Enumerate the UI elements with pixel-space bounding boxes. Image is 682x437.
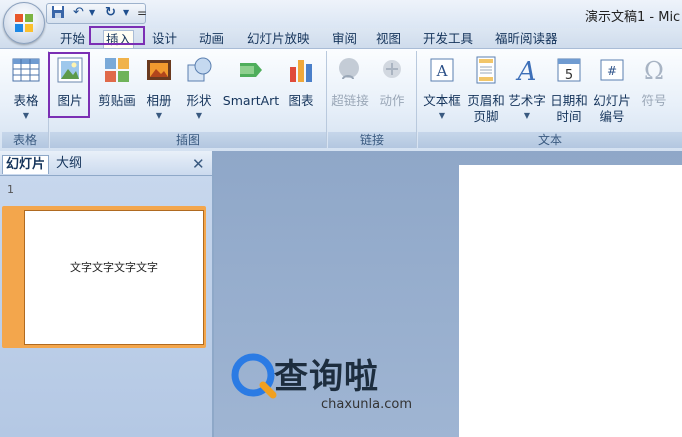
quick-access-toolbar: ↶ ▼ ↻ ▼ = xyxy=(46,3,147,24)
watermark-logo-icon xyxy=(231,353,277,399)
wordart-button-label: 艺术字 xyxy=(508,93,546,108)
smartart-button-label: SmartArt xyxy=(222,93,280,108)
tab-view[interactable]: 视图 xyxy=(376,30,401,47)
window-title: 演示文稿1 - Mic xyxy=(585,10,681,25)
tab-animation[interactable]: 动画 xyxy=(199,30,224,47)
title-bar: ↶ ▼ ↻ ▼ = 演示文稿1 - Mic xyxy=(0,0,682,28)
close-icon[interactable]: ✕ xyxy=(192,155,205,173)
datetime-label-1: 日期和 xyxy=(550,93,588,108)
pane-tabs: 幻灯片 大纲 ✕ xyxy=(0,151,212,176)
slide-number: 1 xyxy=(7,183,14,196)
header-footer-label-2: 页脚 xyxy=(473,109,499,124)
svg-text:A: A xyxy=(436,62,448,80)
group-label-text: 文本 xyxy=(418,132,682,148)
photo-album-icon xyxy=(147,60,171,80)
hyperlink-button-label: 超链接 xyxy=(331,93,369,108)
save-icon[interactable] xyxy=(51,5,65,21)
dropdown-arrow-icon: ▼ xyxy=(438,111,446,120)
group-separator xyxy=(326,51,327,148)
calendar-icon: 5 xyxy=(557,58,581,83)
dropdown-arrow-icon: ▼ xyxy=(155,111,163,120)
table-button-label: 表格 xyxy=(13,93,39,108)
ribbon: 表格 ▼ 图片 剪贴画 相册 ▼ 形状 ▼ SmartArt 图表 超链接 动作… xyxy=(0,48,682,152)
slide-thumbnail[interactable]: 文字文字文字文字 xyxy=(24,210,204,345)
group-label-illustrations: 插图 xyxy=(50,132,326,148)
office-button[interactable] xyxy=(3,2,45,44)
tab-design[interactable]: 设计 xyxy=(152,30,177,47)
header-footer-label-1: 页眉和 xyxy=(467,93,505,108)
chart-button-label: 图表 xyxy=(288,93,314,108)
tab-slides[interactable]: 幻灯片 xyxy=(2,155,50,174)
watermark-url: chaxunla.com xyxy=(321,397,412,412)
slide-number-label-2: 编号 xyxy=(599,109,625,124)
group-separator xyxy=(416,51,417,148)
thumbnail-list: 1 文字文字文字文字 xyxy=(0,176,212,437)
svg-text:A: A xyxy=(516,57,537,85)
table-icon xyxy=(12,58,40,82)
insert-tab-highlight xyxy=(89,26,145,45)
chart-icon xyxy=(290,60,312,82)
slide-canvas[interactable] xyxy=(459,165,682,437)
wordart-icon: A xyxy=(516,57,537,85)
customize-qat-icon[interactable]: = xyxy=(137,5,147,21)
redo-icon[interactable]: ↻ xyxy=(105,5,116,21)
smartart-icon xyxy=(240,63,262,77)
slides-pane: 幻灯片 大纲 ✕ 1 文字文字文字文字 xyxy=(0,151,214,437)
dropdown-arrow-icon: ▼ xyxy=(195,111,203,120)
slide-editor-area: 查询啦 chaxunla.com xyxy=(214,151,682,437)
dropdown-arrow-icon: ▼ xyxy=(523,111,531,120)
office-logo-icon xyxy=(15,14,33,32)
symbol-button-label: 符号 xyxy=(641,93,667,108)
shapes-icon xyxy=(187,57,212,82)
hyperlink-icon xyxy=(339,58,359,80)
clipart-icon xyxy=(105,58,129,82)
svg-text:Ω: Ω xyxy=(644,57,664,85)
tab-outline[interactable]: 大纲 xyxy=(56,155,82,173)
slide-number-icon: # xyxy=(600,59,624,81)
textbox-button-label: 文本框 xyxy=(423,93,461,108)
tab-slideshow[interactable]: 幻灯片放映 xyxy=(247,30,310,47)
shapes-button-label: 形状 xyxy=(186,93,212,108)
action-button-label: 动作 xyxy=(379,93,405,108)
watermark-text: 查询啦 xyxy=(274,357,379,397)
tab-home[interactable]: 开始 xyxy=(60,30,85,47)
thumbnail-text: 文字文字文字文字 xyxy=(70,261,158,274)
datetime-label-2: 时间 xyxy=(556,109,582,124)
picture-button-highlight xyxy=(48,52,90,118)
group-label-tables: 表格 xyxy=(2,132,48,148)
omega-symbol-icon: Ω xyxy=(644,57,664,85)
undo-icon[interactable]: ↶ xyxy=(73,5,84,21)
tab-review[interactable]: 审阅 xyxy=(332,30,357,47)
undo-dropdown-icon[interactable]: ▼ xyxy=(89,5,95,21)
redo-dropdown-icon[interactable]: ▼ xyxy=(123,5,129,21)
dropdown-arrow-icon: ▼ xyxy=(22,111,30,120)
action-icon xyxy=(383,60,401,78)
svg-text:#: # xyxy=(607,64,617,78)
clipart-button-label: 剪贴画 xyxy=(98,93,136,108)
calendar-day-number: 5 xyxy=(565,68,573,83)
slide-number-label-1: 幻灯片 xyxy=(593,93,631,108)
tab-foxit[interactable]: 福昕阅读器 xyxy=(495,30,558,47)
textbox-icon: A xyxy=(430,58,454,82)
header-footer-icon xyxy=(476,56,496,84)
tab-developer[interactable]: 开发工具 xyxy=(423,30,473,47)
album-button-label: 相册 xyxy=(146,93,172,108)
group-label-links: 链接 xyxy=(328,132,416,148)
